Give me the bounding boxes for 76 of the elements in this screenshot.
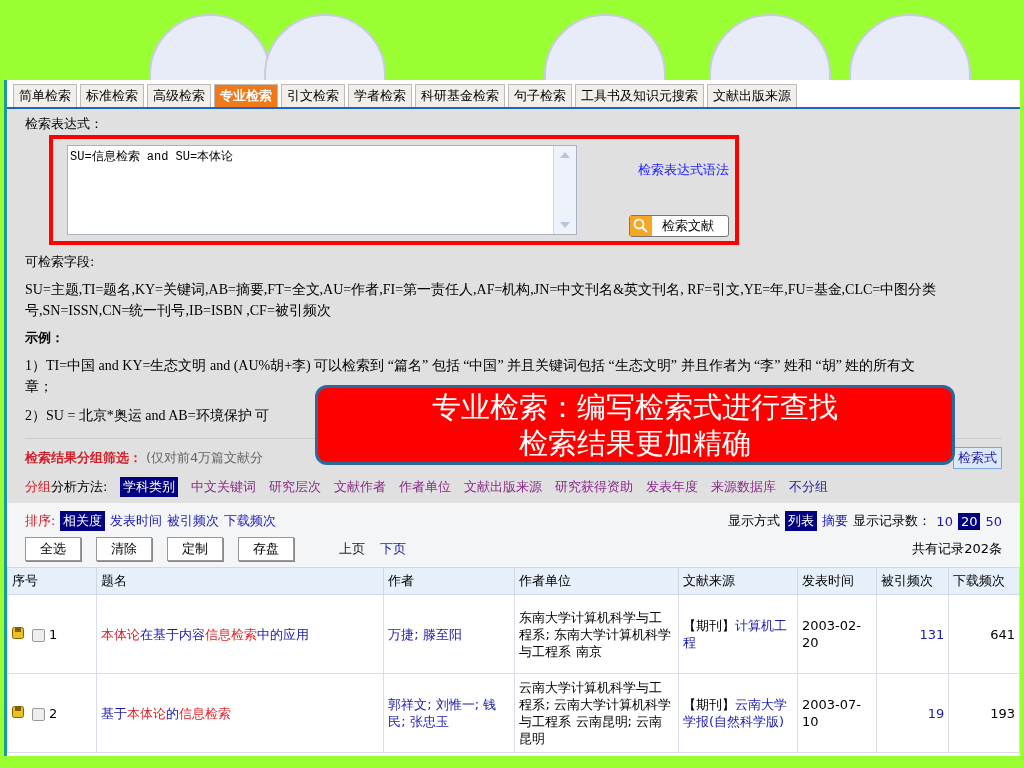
row-number: 1 bbox=[49, 626, 58, 642]
save-icon[interactable] bbox=[12, 626, 24, 639]
downloads-cell: 641 bbox=[948, 594, 1020, 674]
row-checkbox[interactable] bbox=[32, 628, 45, 642]
group-method-link[interactable]: 文献作者 bbox=[334, 478, 387, 496]
scrollbar[interactable] bbox=[553, 146, 576, 234]
affiliation-cell: 东南大学计算机科学与工程系; 东南大学计算机科学与工程系 南京 bbox=[515, 594, 679, 674]
display-label: 显示方式 bbox=[728, 512, 781, 530]
action-button[interactable]: 存盘 bbox=[238, 537, 294, 561]
record-count-label: 显示记录数： bbox=[853, 512, 932, 530]
article-title-link[interactable]: 本体论在基于内容信息检索中的应用 bbox=[100, 626, 309, 642]
search-tab[interactable]: 工具书及知识元搜索 bbox=[575, 84, 704, 107]
group-method-link[interactable]: 不分组 bbox=[789, 478, 829, 496]
action-button[interactable]: 全选 bbox=[25, 537, 81, 561]
action-button[interactable]: 定制 bbox=[167, 537, 223, 561]
search-icon bbox=[633, 218, 649, 234]
display-mode-option[interactable]: 摘要 bbox=[822, 512, 849, 530]
prev-page-text: 上页 bbox=[339, 540, 365, 558]
sort-label: 排序: bbox=[25, 512, 56, 530]
search-button[interactable]: 检索文献 bbox=[629, 215, 729, 237]
sort-option[interactable]: 下载频次 bbox=[224, 512, 277, 530]
group-method-link[interactable]: 发表年度 bbox=[646, 478, 699, 496]
row-checkbox[interactable] bbox=[32, 707, 45, 721]
record-count-option[interactable]: 50 bbox=[985, 513, 1002, 529]
search-tab[interactable]: 文献出版来源 bbox=[707, 84, 797, 107]
column-header: 作者 bbox=[383, 567, 515, 595]
citations-cell: 19 bbox=[876, 673, 949, 753]
method-label: 分组分析方法: bbox=[25, 478, 108, 496]
group-method-link[interactable]: 研究获得资助 bbox=[555, 478, 634, 496]
group-method-link[interactable]: 学科类别 bbox=[120, 477, 179, 497]
column-header: 文献来源 bbox=[678, 567, 798, 595]
expression-label: 检索表达式： bbox=[25, 115, 104, 133]
search-tab[interactable]: 引文检索 bbox=[281, 84, 345, 107]
total-records: 共有记录202条 bbox=[912, 540, 1002, 558]
grouping-note: (仅对前4万篇文献分 bbox=[146, 449, 264, 467]
search-tab[interactable]: 简单检索 bbox=[13, 84, 77, 107]
citations-cell: 131 bbox=[876, 594, 949, 674]
column-header: 发表时间 bbox=[797, 567, 877, 595]
save-icon[interactable] bbox=[12, 705, 24, 718]
example-text: 2）SU = 北京*奥运 and AB=环境保护 可 bbox=[25, 407, 270, 425]
date-cell: 2003-07-10 bbox=[797, 673, 877, 753]
save-expression-button[interactable]: 检索式 bbox=[953, 447, 1002, 469]
fields-label: 可检索字段: bbox=[25, 253, 96, 271]
next-page-link[interactable]: 下页 bbox=[380, 540, 406, 558]
column-header: 被引频次 bbox=[876, 567, 949, 595]
search-tab[interactable]: 高级检索 bbox=[147, 84, 211, 107]
group-method-link[interactable]: 来源数据库 bbox=[711, 478, 777, 496]
sort-option[interactable]: 相关度 bbox=[60, 511, 106, 531]
row-number: 2 bbox=[49, 705, 58, 721]
fields-text: SU=主题,TI=题名,KY=关键词,AB=摘要,FT=全文,AU=作者,FI=第一责任人,AF=机构,JN=中文刊名&英文刊名, RF=引文,YE=年,FU=基金,CLC=中图分类号,SN=ISSN,CN=统一刊号,IB=ISBN ,CF=被引频次 bbox=[25, 281, 938, 320]
group-method-link[interactable]: 中文关键词 bbox=[191, 478, 257, 496]
group-method-link[interactable]: 文献出版来源 bbox=[464, 478, 543, 496]
search-tab[interactable]: 标准检索 bbox=[80, 84, 144, 107]
search-tab[interactable]: 科研基金检索 bbox=[415, 84, 505, 107]
sort-option[interactable]: 发表时间 bbox=[110, 512, 163, 530]
column-header: 序号 bbox=[7, 567, 97, 595]
search-tab[interactable]: 句子检索 bbox=[508, 84, 572, 107]
affiliation-cell: 云南大学计算机科学与工程系; 云南大学计算机科学与工程系 云南昆明; 云南昆明 bbox=[515, 673, 679, 753]
group-method-link[interactable]: 研究层次 bbox=[269, 478, 322, 496]
display-mode-option[interactable]: 列表 bbox=[785, 511, 818, 531]
column-header: 下载频次 bbox=[948, 567, 1020, 595]
sort-option[interactable]: 被引频次 bbox=[167, 512, 220, 530]
record-count-option[interactable]: 10 bbox=[936, 513, 953, 529]
record-count-option[interactable]: 20 bbox=[957, 512, 981, 530]
date-cell: 2003-02-20 bbox=[797, 594, 877, 674]
article-title-link[interactable]: 基于本体论的信息检索 bbox=[100, 705, 231, 721]
examples-label: 示例： bbox=[25, 329, 65, 347]
action-button[interactable]: 清除 bbox=[96, 537, 152, 561]
column-header: 题名 bbox=[96, 567, 384, 595]
downloads-cell: 193 bbox=[948, 673, 1020, 753]
grouping-title: 检索结果分组筛选： bbox=[25, 449, 142, 467]
syntax-link[interactable]: 检索表达式语法 bbox=[638, 161, 729, 179]
search-tab[interactable]: 学者检索 bbox=[348, 84, 412, 107]
group-method-link[interactable]: 作者单位 bbox=[399, 478, 452, 496]
column-header: 作者单位 bbox=[515, 567, 679, 595]
callout-text: 检索结果更加精确 bbox=[519, 425, 751, 461]
